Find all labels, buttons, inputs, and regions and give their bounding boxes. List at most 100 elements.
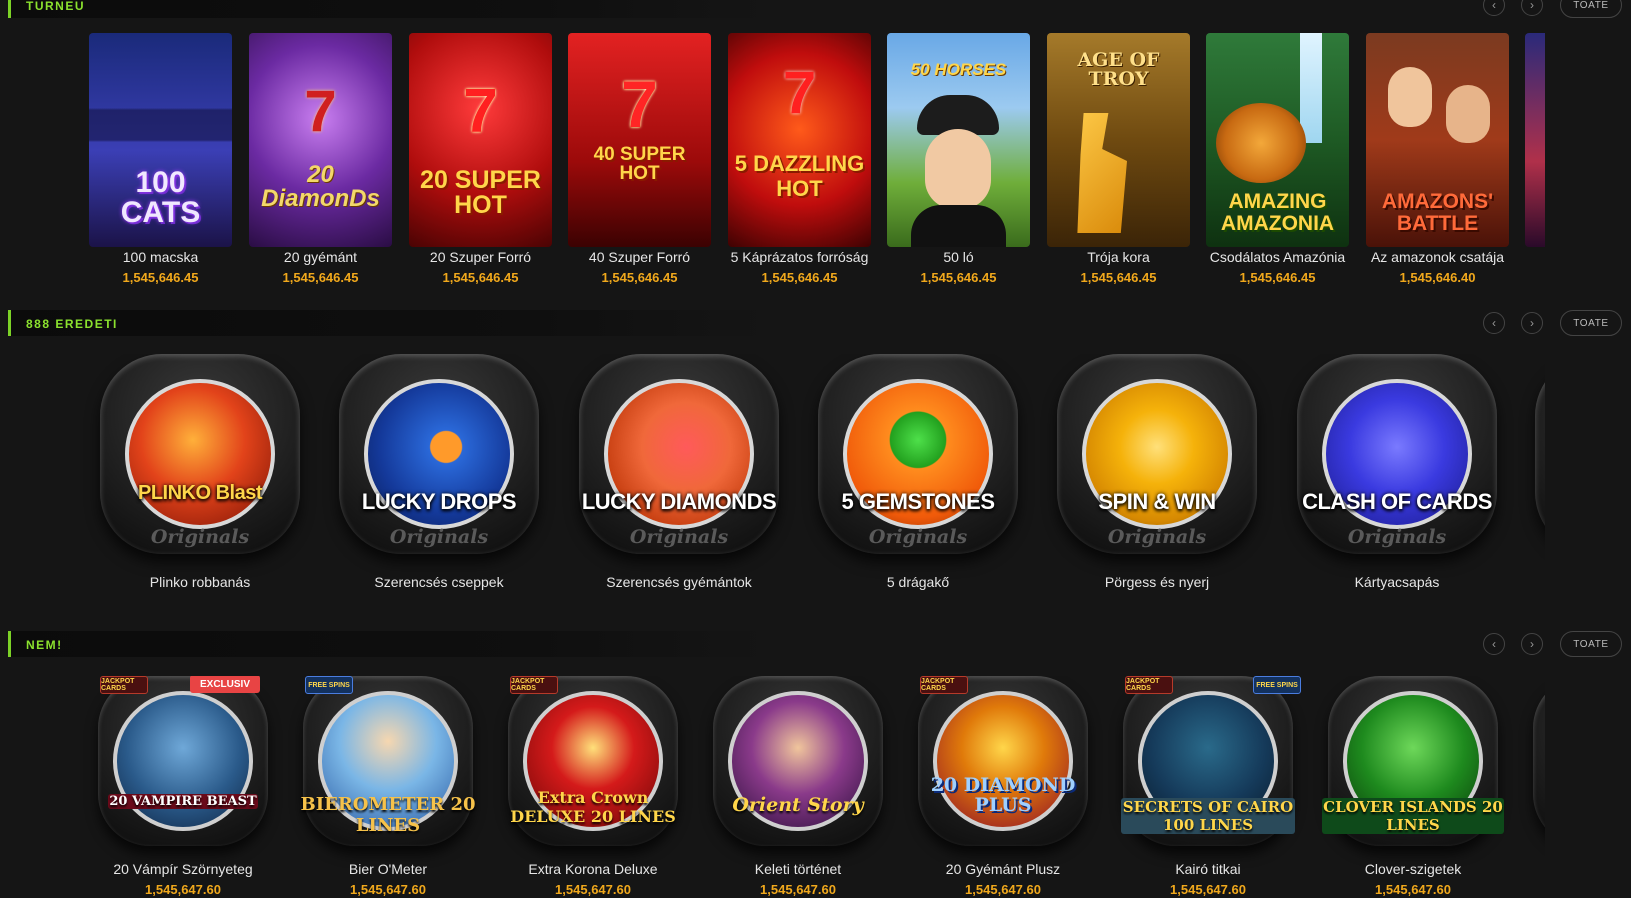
original-game-tile[interactable]: 5 GEMSTONES Originals — [818, 354, 1018, 564]
new-game-tile[interactable]: BIEROMETER 20 LINES FREE SPINS — [300, 676, 476, 852]
section-header-originals: 888 EREDETI ‹ › TOATE — [0, 310, 1631, 336]
game-tile[interactable]: 7 20 DiamonDs — [249, 33, 392, 247]
game-art-title: 50 HORSES — [910, 60, 1007, 79]
game-name[interactable]: Szerencsés cseppek — [339, 574, 539, 590]
jackpot-amount: 1,545,647.60 — [760, 882, 836, 897]
game-art-title: CLASH OF CARDS — [1302, 489, 1492, 514]
game-name[interactable]: 5 drágakő — [818, 574, 1018, 590]
game-name[interactable]: Szerencsés gyémántok — [579, 574, 779, 590]
game-name[interactable]: Plinko robbanás — [100, 574, 300, 590]
prev-button[interactable]: ‹ — [1483, 0, 1505, 16]
game-name[interactable]: Csodálatos Amazónia — [1206, 249, 1349, 265]
next-button[interactable]: › — [1521, 312, 1543, 334]
see-all-button[interactable]: TOATE — [1560, 310, 1622, 336]
new-game-tile[interactable]: CLOVER ISLANDS 20 LINES — [1322, 676, 1504, 852]
game-name[interactable]: 50 ló — [887, 249, 1030, 265]
prev-button[interactable]: ‹ — [1483, 633, 1505, 655]
section-title: TURNEU — [26, 0, 85, 13]
game-art-title: AMAZONS' BATTLE — [1381, 190, 1494, 236]
game-name[interactable]: Kártyacsapás — [1297, 574, 1497, 590]
new-game-tile[interactable]: Orient Story — [713, 676, 883, 852]
chevron-right-icon: › — [1530, 637, 1534, 651]
section-accent — [8, 0, 11, 18]
next-button[interactable]: › — [1521, 633, 1543, 655]
game-art-title: SECRETS OF CAIRO 100 LINES — [1121, 798, 1295, 834]
original-game-tile[interactable]: CLASH OF CARDS Originals — [1297, 354, 1497, 564]
originals-label: Originals — [1347, 526, 1447, 548]
game-art-title: 20 VAMPIRE BEAST — [108, 794, 258, 809]
game-name[interactable]: Bier O'Meter — [303, 861, 473, 877]
game-name[interactable]: Clover-szigetek — [1328, 861, 1498, 877]
game-art-title: 5 DAZZLING HOT — [734, 151, 865, 202]
game-tile-partial[interactable] — [1525, 33, 1545, 247]
jackpot-amount: 1,545,646.45 — [442, 270, 519, 285]
new-game-tile[interactable]: 20 DIAMOND PLUS JACKPOT CARDS — [918, 676, 1088, 852]
new-game-tile[interactable]: 20 VAMPIRE BEAST JACKPOT CARDS EXCLUSIV — [98, 676, 268, 852]
game-tile[interactable]: 7 20 SUPER HOT — [409, 33, 552, 247]
game-name[interactable]: 5 Káprázatos forróság — [728, 249, 871, 265]
game-tile[interactable]: 50 HORSES — [887, 33, 1030, 247]
game-art — [125, 379, 275, 529]
game-art-title: LUCKY DIAMONDS — [581, 489, 777, 514]
game-name[interactable]: 20 gyémánt — [249, 249, 392, 265]
jackpot-amount: 1,545,647.60 — [555, 882, 631, 897]
game-art-title: BIEROMETER 20 LINES — [300, 794, 476, 836]
new-game-tile-partial[interactable] — [1533, 676, 1545, 852]
game-tile[interactable]: AMAZING AMAZONIA — [1206, 33, 1349, 247]
game-art-title: CLOVER ISLANDS 20 LINES — [1322, 798, 1504, 834]
next-button[interactable]: › — [1521, 0, 1543, 16]
game-name[interactable]: Kairó titkai — [1123, 861, 1293, 877]
game-name[interactable]: 20 Vámpír Szörnyeteg — [98, 861, 268, 877]
originals-label: Originals — [629, 526, 729, 548]
see-all-button[interactable]: TOATE — [1560, 0, 1622, 18]
jaguar-icon — [1216, 103, 1306, 183]
game-art-title: AGE OF TROY — [1077, 49, 1160, 90]
game-tile[interactable]: AMAZONS' BATTLE — [1366, 33, 1509, 247]
game-name[interactable]: 20 Szuper Forró — [409, 249, 552, 265]
prev-button[interactable]: ‹ — [1483, 312, 1505, 334]
jackpot-cards-badge: JACKPOT CARDS — [920, 676, 968, 694]
game-art — [113, 691, 253, 831]
jockey-face-icon — [925, 129, 991, 209]
game-tile[interactable]: 100 CATS — [89, 33, 232, 247]
jackpot-cards-badge: JACKPOT CARDS — [1125, 676, 1173, 694]
jackpot-amount: 1,545,647.60 — [1375, 882, 1451, 897]
original-game-tile-partial[interactable] — [1535, 354, 1545, 564]
section-title: NEM! — [26, 638, 63, 652]
game-name[interactable]: 40 Szuper Forró — [568, 249, 711, 265]
jackpot-amount: 1,545,646.45 — [601, 270, 678, 285]
jackpot-amount: 1,545,647.60 — [1170, 882, 1246, 897]
tournament-row: 100 CATS 100 macska 1,545,646.45 7 20 Di… — [0, 33, 1545, 293]
section-accent — [8, 310, 11, 336]
new-game-tile[interactable]: SECRETS OF CAIRO 100 LINES JACKPOT CARDS… — [1121, 676, 1301, 852]
originals-label: Originals — [150, 526, 250, 548]
jackpot-amount: 1,545,646.45 — [282, 270, 359, 285]
original-game-tile[interactable]: PLINKO Blast Originals — [100, 354, 300, 564]
game-tile[interactable]: AGE OF TROY — [1047, 33, 1190, 247]
game-name[interactable]: Keleti történet — [713, 861, 883, 877]
game-name[interactable]: Extra Korona Deluxe — [508, 861, 678, 877]
jackpot-amount: 1,545,647.60 — [145, 882, 221, 897]
originals-row: PLINKO Blast Originals Plinko robbanás L… — [0, 354, 1545, 600]
original-game-tile[interactable]: LUCKY DIAMONDS Originals — [579, 354, 779, 564]
game-name[interactable]: Pörgess és nyerj — [1057, 574, 1257, 590]
game-name[interactable]: Trója kora — [1047, 249, 1190, 265]
game-tile[interactable]: 7 40 SUPER HOT — [568, 33, 711, 247]
jackpot-amount: 1,545,646.40 — [1399, 270, 1476, 285]
game-name[interactable]: 100 macska — [89, 249, 232, 265]
section-title: 888 EREDETI — [26, 317, 118, 331]
game-tile[interactable]: 7 5 DAZZLING HOT — [728, 33, 871, 247]
game-art-title: Extra Crown DELUXE 20 LINES — [510, 788, 676, 826]
jackpot-amount: 1,545,646.45 — [920, 270, 997, 285]
jackpot-amount: 1,545,647.60 — [350, 882, 426, 897]
chevron-left-icon: ‹ — [1492, 0, 1496, 12]
original-game-tile[interactable]: SPIN & WIN Originals — [1057, 354, 1257, 564]
new-game-tile[interactable]: Extra Crown DELUXE 20 LINES JACKPOT CARD… — [508, 676, 678, 852]
see-all-button[interactable]: TOATE — [1560, 631, 1622, 657]
original-game-tile[interactable]: LUCKY DROPS Originals — [339, 354, 539, 564]
game-name[interactable]: 20 Gyémánt Plusz — [918, 861, 1088, 877]
amazon-warrior-icon — [1446, 85, 1490, 143]
exclusive-badge: EXCLUSIV — [190, 676, 260, 693]
game-name[interactable]: Az amazonok csatája — [1356, 249, 1519, 265]
new-games-row: 20 VAMPIRE BEAST JACKPOT CARDS EXCLUSIV … — [0, 676, 1545, 898]
